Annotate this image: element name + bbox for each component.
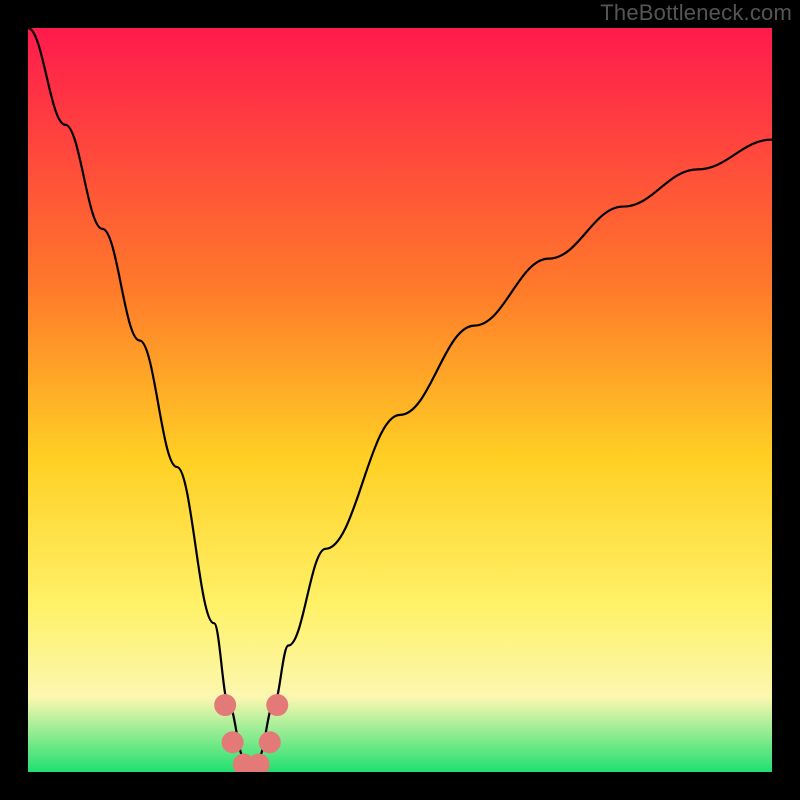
chart-frame: TheBottleneck.com bbox=[0, 0, 800, 800]
curve-marker-dot bbox=[222, 731, 244, 753]
curve-marker-dot bbox=[259, 731, 281, 753]
watermark-text: TheBottleneck.com bbox=[600, 0, 792, 26]
plot-area bbox=[28, 28, 772, 772]
bottleneck-chart bbox=[28, 28, 772, 772]
gradient-background bbox=[28, 28, 772, 772]
curve-marker-dot bbox=[214, 694, 236, 716]
curve-marker-dot bbox=[266, 694, 288, 716]
